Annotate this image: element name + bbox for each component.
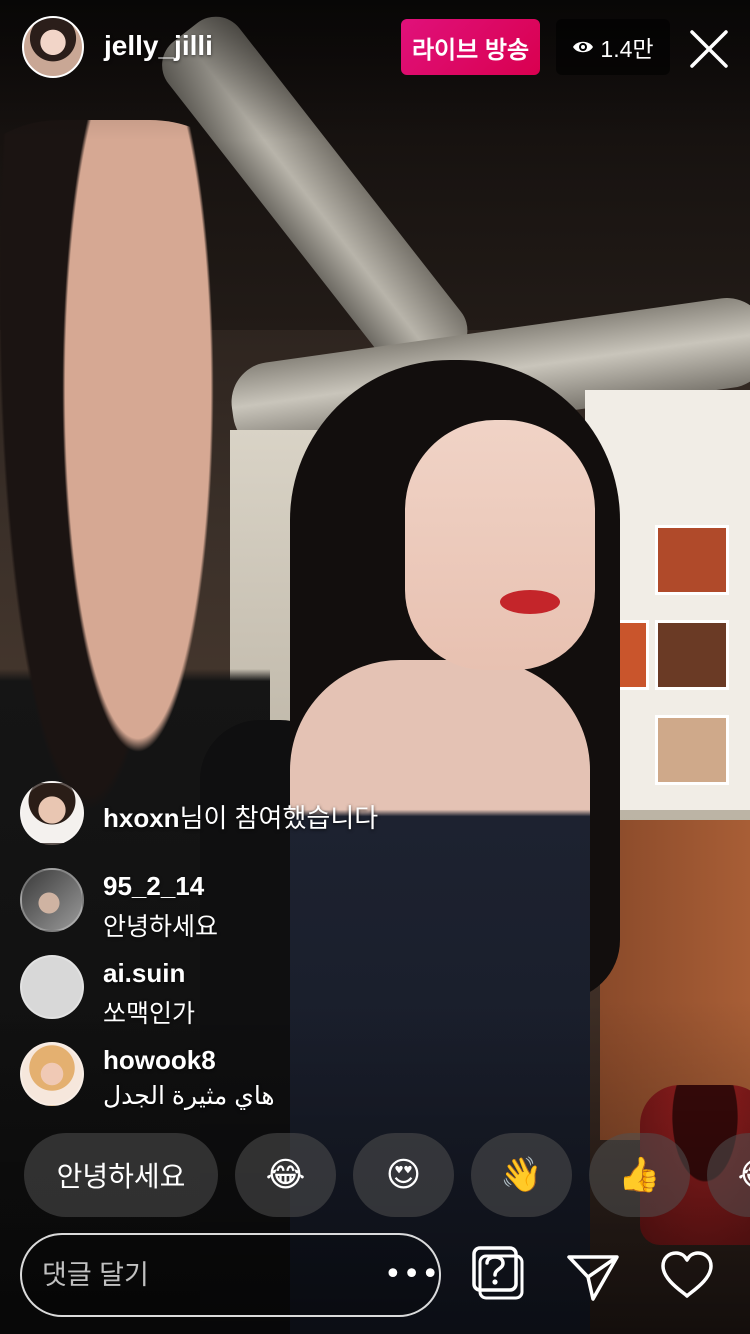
join-text: hxoxn님이 참여했습니다 [103, 798, 378, 835]
host-avatar[interactable] [22, 16, 84, 78]
reaction-thumbs-up[interactable]: 👍 [589, 1133, 690, 1217]
video-person-lips [500, 590, 560, 614]
video-menu-photo [655, 620, 729, 690]
reaction-heart-eyes[interactable]: 😍 [353, 1133, 454, 1217]
paper-plane-icon [567, 1255, 619, 1301]
host-username[interactable]: jelly_jilli [104, 30, 213, 62]
live-badge: 라이브 방송 [401, 19, 540, 75]
video-menu-photo [655, 715, 729, 785]
eye-icon [573, 41, 594, 53]
share-button[interactable] [562, 1246, 624, 1308]
reaction-wave[interactable]: 👋 [471, 1133, 572, 1217]
video-menu-photo [655, 525, 729, 595]
join-notice: hxoxn님이 참여했습니다 [20, 778, 540, 865]
comment-item: 95_2_14 안녕하세요 [20, 865, 540, 952]
live-badge-label: 라이브 방송 [411, 36, 530, 64]
more-options-button[interactable]: ••• [384, 1257, 440, 1292]
like-button[interactable] [654, 1244, 720, 1306]
question-button[interactable] [470, 1244, 532, 1306]
comment-text: 쏘맥인가 [103, 1000, 196, 1028]
close-icon [690, 30, 728, 68]
comment-field[interactable]: ••• [20, 1233, 441, 1317]
viewer-count-badge[interactable]: 1.4만 [556, 19, 670, 75]
commenter-avatar[interactable] [20, 1042, 84, 1106]
comment-username[interactable]: ai.suin [103, 958, 185, 989]
reaction-laugh-more[interactable]: 😂 [707, 1133, 750, 1217]
join-username[interactable]: hxoxn [103, 803, 180, 833]
reaction-laugh[interactable]: 😂 [235, 1133, 336, 1217]
comment-username[interactable]: 95_2_14 [103, 871, 204, 902]
heart-icon [661, 1251, 713, 1298]
commenter-avatar[interactable] [20, 781, 84, 845]
join-suffix: 님이 참여했습니다 [179, 803, 379, 833]
comment-username[interactable]: howook8 [103, 1045, 216, 1076]
comment-feed: hxoxn님이 참여했습니다 95_2_14 안녕하세요 ai.suin 쏘맥인… [20, 778, 540, 1126]
commenter-avatar[interactable] [20, 955, 84, 1019]
close-button[interactable] [688, 28, 730, 70]
comment-input[interactable] [42, 1235, 372, 1315]
quick-reply-hello[interactable]: 안녕하세요 [24, 1133, 218, 1217]
video-person-face [405, 420, 595, 670]
comment-item: ai.suin 쏘맥인가 [20, 952, 540, 1039]
commenter-avatar[interactable] [20, 868, 84, 932]
question-box-icon [472, 1246, 524, 1300]
viewer-count: 1.4만 [600, 36, 654, 62]
comment-text: هاي مثيرة الجدل [103, 1082, 275, 1110]
quick-reactions: 안녕하세요 😂 😍 👋 👍 😂 [24, 1133, 750, 1217]
comment-text: 안녕하세요 [103, 913, 219, 941]
comment-item: howook8 هاي مثيرة الجدل [20, 1039, 540, 1126]
